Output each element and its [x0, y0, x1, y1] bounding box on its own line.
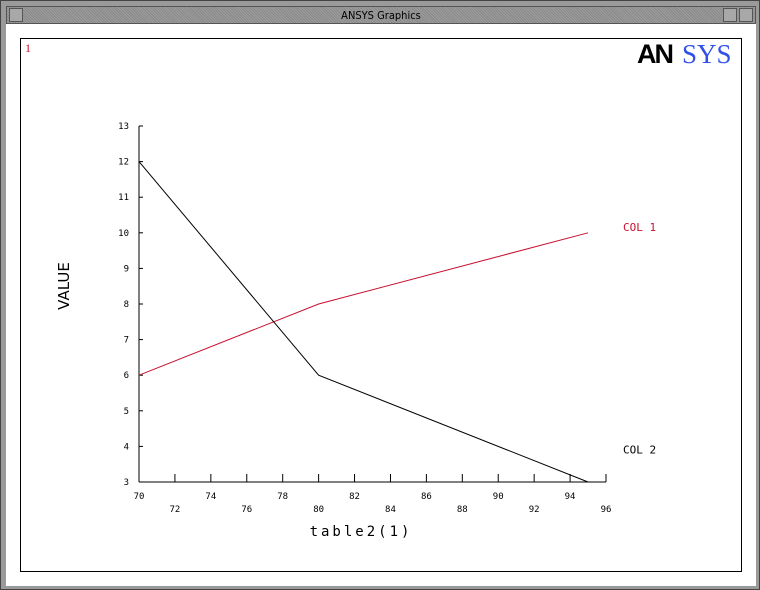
x-tick-label: 84: [385, 505, 396, 515]
y-tick-label: 10: [118, 229, 129, 239]
y-tick-label: 12: [118, 158, 129, 168]
window-title: ANSYS Graphics: [341, 9, 421, 22]
title-bar[interactable]: ANSYS Graphics: [6, 6, 756, 24]
y-tick-label: 5: [124, 407, 129, 417]
x-tick-label: 92: [529, 505, 540, 515]
logo-sys: SYS: [682, 39, 732, 69]
legend-label-1: COL 1: [623, 221, 656, 234]
x-tick-label: 72: [170, 505, 181, 515]
window-number: 1: [25, 41, 31, 55]
x-tick-label: 96: [601, 505, 612, 515]
y-tick-label: 11: [118, 193, 129, 203]
x-tick-label: 70: [134, 492, 145, 502]
x-tick-label: 88: [457, 505, 468, 515]
y-tick-label: 6: [124, 371, 129, 381]
x-tick-label: 80: [313, 505, 324, 515]
legend-label-2: COL 2: [623, 443, 656, 456]
x-tick-label: 78: [277, 492, 288, 502]
logo-an: AN: [637, 39, 672, 69]
ansys-logo: AN SYS: [637, 39, 732, 69]
x-tick-label: 94: [565, 492, 576, 502]
y-tick-label: 4: [124, 442, 129, 452]
series-line-2: [138, 161, 589, 483]
x-tick-label: 82: [349, 492, 360, 502]
x-tick-label: 86: [421, 492, 432, 502]
y-tick-label: 8: [124, 300, 129, 310]
plot-svg: 1 AN SYS VALUE table2(1) 707274767880828…: [20, 38, 742, 572]
y-tick-label: 13: [118, 122, 129, 132]
x-tick-label: 90: [493, 492, 504, 502]
series-line-1: [138, 232, 589, 376]
window-frame: ANSYS Graphics 1 AN SYS VALUE table2(1) …: [0, 0, 760, 590]
x-tick-label: 74: [205, 492, 216, 502]
maximize-button[interactable]: [739, 8, 753, 22]
y-tick-label: 3: [124, 478, 129, 488]
y-tick-label: 9: [124, 264, 129, 274]
minimize-button[interactable]: [723, 8, 737, 22]
y-axis-label: VALUE: [55, 262, 73, 310]
x-axis-label: table2(1): [310, 524, 413, 540]
graphics-canvas[interactable]: 1 AN SYS VALUE table2(1) 70 72 74 76 78 80 82 8…: [6, 24, 756, 586]
y-tick-label: 7: [124, 336, 129, 346]
x-tick-label: 76: [241, 505, 252, 515]
